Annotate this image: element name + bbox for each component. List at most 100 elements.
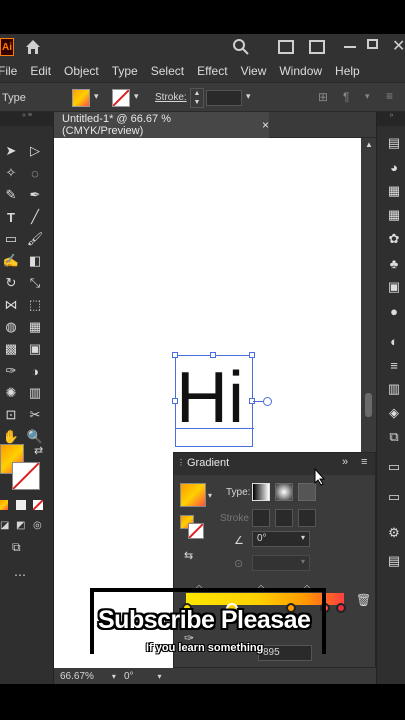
pen-tool-icon[interactable]: ✎ (2, 186, 20, 204)
menu-edit[interactable]: Edit (30, 64, 51, 78)
transparency-panel-icon[interactable]: ◐ (385, 332, 403, 350)
text-object-bounding-box[interactable]: Hi (175, 355, 254, 447)
align-panel-icon[interactable]: ▭ (385, 458, 403, 476)
symbol-sprayer-tool-icon[interactable]: ✺ (2, 384, 20, 402)
canvas-vertical-scrollbar[interactable]: ▲ (361, 138, 376, 452)
linear-gradient-button[interactable] (252, 483, 270, 501)
lasso-icon[interactable]: ◌ (26, 164, 44, 182)
handle-tl[interactable] (172, 352, 178, 358)
stroke-swatch[interactable] (112, 89, 130, 107)
graphic-styles-icon[interactable]: ▣ (385, 278, 403, 296)
radial-gradient-button[interactable] (275, 483, 293, 501)
mesh-tool-icon[interactable]: ▩ (2, 340, 20, 358)
dock-collapse[interactable]: » (377, 112, 405, 126)
menu-window[interactable]: Window (279, 64, 322, 78)
scrollbar-thumb[interactable] (365, 393, 372, 417)
line-tool-icon[interactable]: ╱ (26, 208, 44, 226)
type-tool-icon[interactable]: T (2, 208, 20, 226)
menu-file[interactable]: File (0, 64, 17, 78)
color-panel-icon[interactable]: ◕ (385, 158, 403, 176)
color-mode-color[interactable] (16, 500, 26, 510)
fill-dropdown-icon[interactable]: ▾ (94, 91, 99, 102)
close-tab-icon[interactable]: × (262, 118, 269, 132)
search-icon[interactable] (232, 38, 250, 56)
direct-selection-tool-icon[interactable]: ▷ (26, 142, 44, 160)
transform-panel-icon[interactable]: ⚙ (385, 524, 403, 542)
handle-ml[interactable] (172, 398, 178, 404)
more-options-icon[interactable]: ≡ (386, 89, 393, 103)
arrange-docs-icon[interactable] (309, 40, 325, 54)
angle-input[interactable]: 0° ▾ (252, 531, 310, 547)
handle-tr[interactable] (249, 352, 255, 358)
restore-icon[interactable] (367, 39, 378, 49)
stroke-along-button[interactable] (275, 509, 293, 527)
stroke-across-button[interactable] (298, 509, 316, 527)
blend-tool-icon[interactable]: ◑ (26, 362, 44, 380)
stroke-weight-dropdown-icon[interactable]: ▾ (246, 91, 251, 102)
appearance-panel-icon[interactable]: ● (385, 302, 403, 320)
magic-wand-icon[interactable]: ✧ (2, 164, 20, 182)
aspect-ratio-input[interactable]: ▾ (252, 555, 310, 571)
draw-inside-icon[interactable]: ◎ (33, 520, 42, 531)
symbols-panel-icon[interactable]: ♣ (385, 254, 403, 272)
gradient-panel-grip-icon[interactable]: ⋮ (177, 458, 185, 467)
minimize-icon[interactable] (344, 46, 356, 48)
zoom-level[interactable]: 66.67% (60, 671, 94, 682)
stroke-weight-stepper[interactable]: ▲ ▼ (190, 88, 204, 108)
swap-fill-stroke-icon[interactable]: ⇄ (34, 444, 43, 457)
align-icon[interactable]: ⊞ (318, 90, 328, 104)
gradient-stroke-indicator[interactable] (188, 523, 204, 539)
stroke-panel-icon[interactable]: ≡ (385, 356, 403, 374)
shape-builder-tool-icon[interactable]: ◍ (2, 318, 20, 336)
artboard-tool-icon[interactable]: ⊡ (2, 406, 20, 424)
toolbar-stroke-swatch[interactable] (12, 462, 40, 490)
collapse-panel-icon[interactable]: » (342, 456, 348, 468)
rotation-value[interactable]: 0° (124, 671, 134, 682)
selection-tool-icon[interactable]: ➤ (2, 142, 20, 160)
brushes-panel-icon[interactable]: ✿ (385, 230, 403, 248)
angle-dropdown-icon[interactable]: ▾ (301, 533, 305, 542)
reverse-gradient-icon[interactable]: ⇆ (184, 549, 193, 562)
rotation-dropdown-icon[interactable]: ▾ (158, 672, 162, 681)
eraser-tool-icon[interactable]: ◧ (26, 252, 44, 270)
aspect-ratio-dropdown-icon[interactable]: ▾ (301, 557, 305, 566)
rotate-tool-icon[interactable]: ↻ (2, 274, 20, 292)
shaper-tool-icon[interactable]: ✍ (2, 252, 20, 270)
close-window-icon[interactable]: ✕ (392, 36, 405, 56)
properties-panel-icon[interactable]: ▤ (385, 134, 403, 152)
color-mode-none[interactable] (32, 499, 44, 511)
gradient-panel-dock-icon[interactable]: ▥ (385, 380, 403, 398)
hi-text[interactable]: Hi (176, 358, 254, 438)
gradient-preview-dropdown[interactable]: ▾ (208, 491, 212, 500)
scroll-up-arrow[interactable]: ▲ (365, 140, 373, 149)
toolbar-collapse[interactable]: « ≡ (0, 112, 54, 126)
paragraph-icon[interactable]: ¶ (343, 90, 349, 104)
app-logo[interactable]: Ai (0, 38, 14, 56)
stroke-within-button[interactable] (252, 509, 270, 527)
menu-select[interactable]: Select (151, 64, 184, 78)
width-tool-icon[interactable]: ⋈ (2, 296, 20, 314)
menu-object[interactable]: Object (64, 64, 99, 78)
workspace-icon[interactable] (278, 40, 294, 54)
gradient-active-icon[interactable]: ▭ (385, 488, 403, 506)
pathfinder-panel-icon[interactable]: ▤ (385, 552, 403, 570)
stroke-weight-input[interactable] (206, 90, 242, 106)
slice-tool-icon[interactable]: ✂ (26, 406, 44, 424)
menu-type[interactable]: Type (112, 64, 138, 78)
draw-normal-icon[interactable]: ◪ (0, 520, 9, 531)
draw-behind-icon[interactable]: ◩ (16, 520, 25, 531)
artboards-panel-icon[interactable]: ⧉ (385, 428, 403, 446)
color-mode-gradient[interactable] (0, 500, 8, 510)
gradient-stop-5[interactable] (336, 603, 346, 613)
perspective-grid-tool-icon[interactable]: ▦ (26, 318, 44, 336)
color-guide-icon[interactable]: ▦ (385, 182, 403, 200)
home-icon[interactable] (24, 38, 42, 56)
delete-stop-icon[interactable]: 🗑 (356, 593, 371, 607)
options-dropdown-icon[interactable]: ▾ (365, 91, 370, 102)
menu-help[interactable]: Help (335, 64, 360, 78)
text-out-port-circle[interactable] (263, 397, 272, 406)
handle-tm[interactable] (210, 352, 216, 358)
document-tab[interactable]: Untitled-1* @ 66.67 % (CMYK/Preview) × (54, 112, 269, 138)
layers-panel-icon[interactable]: ◈ (385, 404, 403, 422)
free-transform-tool-icon[interactable]: ⬚ (26, 296, 44, 314)
